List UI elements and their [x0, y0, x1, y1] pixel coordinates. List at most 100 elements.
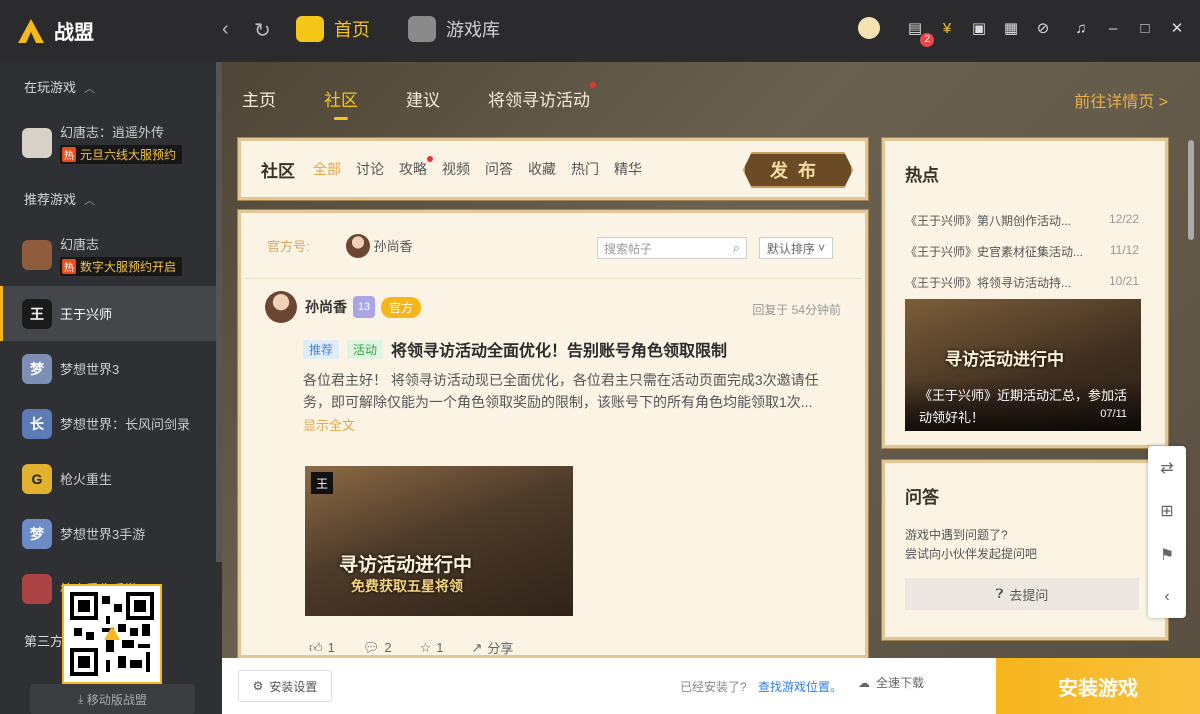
community-tab-featured[interactable]: 精华 — [614, 159, 642, 179]
hot-item[interactable]: 《王于兴师》第八期创作活动... 12/22 — [905, 212, 1139, 229]
official-account-name[interactable]: 孙尚香 — [374, 236, 413, 255]
gift-icon[interactable]: ▣ — [968, 17, 990, 39]
star-button[interactable]: ☆ 1 — [420, 640, 444, 656]
community-tab-hot[interactable]: 热门 — [571, 159, 599, 179]
playing-section-label[interactable]: 在玩游戏 ︿ — [0, 62, 222, 112]
game-icon-mengxiang3-mobile: 梦 — [22, 518, 52, 549]
chevron-up-icon: ︿ — [84, 83, 96, 95]
message-icon[interactable]: ▤ 2 — [904, 17, 934, 47]
minimize-icon[interactable]: – — [1102, 17, 1124, 39]
hot-banner[interactable]: 寻访活动进行中 《王于兴师》近期活动汇总，参加活动领好礼！ 07/11 — [905, 299, 1141, 431]
official-avatar[interactable] — [345, 233, 370, 258]
post-feed: 官方号: 孙尚香 搜索帖子 ⌕ 默认排序 ˅ 孙尚香 13 官方 回复于 54分钟… — [237, 209, 869, 659]
refresh-icon[interactable]: ↻ — [254, 18, 271, 43]
expand-link[interactable]: 显示全文 — [303, 415, 845, 434]
post-title[interactable]: 将领寻访活动全面优化！告别账号角色领取限制 — [391, 337, 727, 361]
headset-icon[interactable]: ♫ — [1070, 17, 1092, 39]
sidebar-game-huantang-xiaoyao[interactable]: 幻唐志：逍遥外传 热元旦六线大服预约 — [0, 112, 222, 174]
hot-item[interactable]: 《王于兴师》史官素材征集活动... 11/12 — [905, 243, 1139, 260]
official-tag: 官方 — [381, 296, 422, 318]
community-tab-discussion[interactable]: 讨论 — [356, 159, 384, 179]
community-tab-guide[interactable]: 攻略 — [399, 156, 433, 179]
reply-time: 回复于 54分钟前 — [752, 303, 841, 317]
community-tab-favorites[interactable]: 收藏 — [528, 159, 556, 179]
install-game-button[interactable]: 安装游戏 — [996, 658, 1200, 714]
collapse-icon[interactable]: ‹ — [1164, 588, 1169, 606]
recommend-tag: 推荐 — [303, 339, 340, 359]
sidebar-game-huantang[interactable]: 幻唐志 热数字大服预约开启 — [0, 224, 222, 286]
feed-header: 官方号: 孙尚香 搜索帖子 ⌕ 默认排序 ˅ — [245, 213, 861, 279]
sidebar-game-wangyuxingshi[interactable]: 王 王于兴师 — [0, 286, 222, 341]
window-controls: ▤ 2 ¥ ▣ ▦ ⊘ ♫ – □ ✕ — [858, 17, 1188, 47]
share-button[interactable]: ↗ 分享 — [471, 638, 513, 656]
qr-code — [62, 584, 162, 684]
promo-text: 数字大服预约开启 — [80, 260, 177, 274]
author-avatar[interactable] — [265, 291, 297, 323]
title-bar: 战盟 ‹ ↻ 首页 游戏库 ▤ 2 ¥ ▣ ▦ ⊘ ♫ – □ ✕ — [0, 0, 1200, 62]
content-scrollbar[interactable] — [1188, 140, 1194, 240]
detail-page-link[interactable]: 前往详情页 > — [1074, 88, 1168, 112]
nav-library[interactable]: 游戏库 — [408, 16, 500, 42]
game-name: 幻唐志：逍遥外传 — [60, 125, 165, 140]
search-icon[interactable]: ⌕ — [733, 240, 740, 256]
publish-button[interactable]: 发布 — [743, 152, 853, 188]
tab-label: 攻略 — [399, 161, 427, 177]
hot-item-date: 11/12 — [1109, 243, 1139, 257]
sidebar-game-mengxiang3[interactable]: 梦 梦想世界3 — [0, 341, 222, 396]
comment-count: 2 — [384, 640, 392, 655]
coin-icon[interactable]: ¥ — [936, 17, 958, 39]
like-button[interactable]: 👍︎ 1 — [309, 640, 335, 656]
nav-home[interactable]: 首页 — [296, 16, 370, 42]
full-speed-download[interactable]: ☁ 全速下载 — [858, 674, 924, 691]
hot-item-text: 《王于兴师》史官素材征集活动... — [905, 245, 1084, 259]
third-label-text: 第三方 — [24, 634, 64, 649]
post-item[interactable]: 孙尚香 13 官方 回复于 54分钟前 推荐 活动 将领寻访活动全面优化！告别账… — [241, 279, 865, 656]
flag-icon[interactable]: ⚑ — [1160, 545, 1174, 565]
game-icon-qianghuo: G — [22, 463, 52, 494]
back-icon[interactable]: ‹ — [222, 18, 229, 41]
game-icon-mengxiang3: 梦 — [22, 353, 52, 384]
tab-home[interactable]: 主页 — [242, 86, 276, 111]
mobile-version-button[interactable]: ⤓ 移动版战盟 — [30, 684, 195, 714]
comment-button[interactable]: 💬︎ 2 — [363, 640, 392, 656]
maximize-icon[interactable]: □ — [1134, 17, 1156, 39]
no-disturb-icon[interactable]: ⊘ — [1032, 17, 1054, 39]
install-settings-label: 安装设置 — [269, 679, 318, 694]
install-settings-button[interactable]: ⚙ 安装设置 — [238, 670, 332, 702]
community-tab-all[interactable]: 全部 — [313, 159, 341, 179]
banner-date: 07/11 — [1100, 408, 1127, 420]
community-tab-video[interactable]: 视频 — [442, 159, 470, 179]
bottom-bar: ⚙ 安装设置 已经安装了? 查找游戏位置。 ☁ 全速下载 安装游戏 — [222, 658, 1200, 714]
game-name: 枪火重生 — [60, 472, 113, 487]
recommend-section-label[interactable]: 推荐游戏 ︿ — [0, 174, 222, 224]
promo-badge[interactable]: 热数字大服预约开启 — [60, 257, 183, 276]
sidebar-game-mengxiang3-mobile[interactable]: 梦 梦想世界3手游 — [0, 506, 222, 561]
search-input[interactable]: 搜索帖子 ⌕ — [597, 237, 747, 259]
post-image[interactable]: 王 寻访活动进行中 免费获取五星将领 — [305, 466, 573, 616]
hot-item[interactable]: 《王于兴师》将领寻访活动持... 10/21 — [905, 274, 1139, 291]
switch-icon[interactable]: ⇄ — [1160, 458, 1173, 478]
find-location-link[interactable]: 查找游戏位置。 — [758, 678, 842, 695]
tab-label: 建议 — [406, 91, 440, 110]
nav-library-label: 游戏库 — [446, 20, 500, 40]
logo-icon — [18, 18, 44, 43]
sidebar-game-mengxiang-changfeng[interactable]: 长 梦想世界：长风问剑录 — [0, 396, 222, 451]
user-avatar-icon[interactable] — [858, 17, 880, 39]
app-logo[interactable]: 战盟 — [16, 16, 94, 45]
game-name: 梦想世界3手游 — [60, 527, 146, 542]
level-badge: 13 — [353, 296, 375, 318]
community-tab-qa[interactable]: 问答 — [485, 159, 513, 179]
sort-dropdown[interactable]: 默认排序 ˅ — [759, 237, 833, 259]
close-icon[interactable]: ✕ — [1166, 17, 1188, 39]
add-post-icon[interactable]: ⊞ — [1160, 501, 1173, 521]
tab-community[interactable]: 社区 — [324, 86, 358, 120]
image-headline: 寻访活动进行中 — [339, 555, 473, 576]
tab-suggestion[interactable]: 建议 — [406, 86, 440, 111]
post-title-row[interactable]: 推荐 活动 将领寻访活动全面优化！告别账号角色领取限制 — [303, 337, 845, 361]
calculator-icon[interactable]: ▦ — [1000, 17, 1022, 39]
promo-badge[interactable]: 热元旦六线大服预约 — [60, 145, 183, 164]
sidebar-game-qianghuo[interactable]: G 枪火重生 — [0, 451, 222, 506]
ask-question-button[interactable]: ❓︎ 去提问 — [905, 578, 1139, 610]
tab-event[interactable]: 将领寻访活动 — [488, 82, 596, 111]
post-author[interactable]: 孙尚香 — [305, 297, 347, 317]
